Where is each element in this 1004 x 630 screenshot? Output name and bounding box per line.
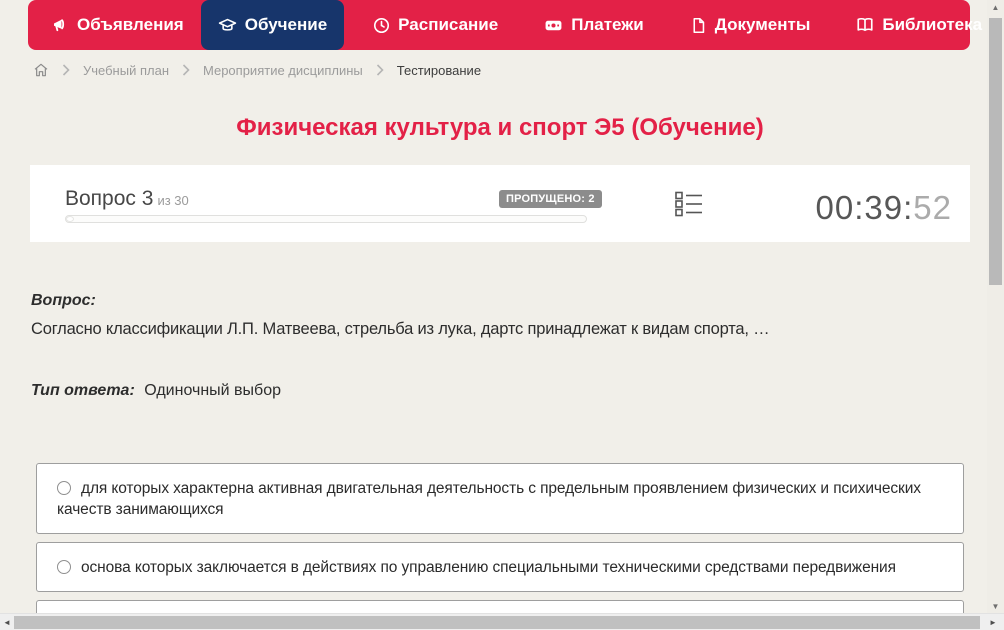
- megaphone-icon: [51, 16, 69, 34]
- question-header-card: Вопрос 3 из 30 ПРОПУЩЕНО: 2 00:39:52: [30, 165, 970, 242]
- nav-item-label: Документы: [714, 15, 811, 34]
- skipped-badge: ПРОПУЩЕНО: 2: [499, 190, 602, 208]
- nav-item-education[interactable]: Обучение: [200, 0, 345, 50]
- breadcrumb: Учебный план Мероприятие дисциплины Тест…: [33, 62, 481, 78]
- chevron-right-icon: [376, 64, 384, 76]
- breadcrumb-item-testing: Тестирование: [396, 62, 482, 78]
- progress-bar-cap: [66, 216, 74, 222]
- nav-item-label: Обучение: [244, 15, 328, 34]
- scroll-left-arrow[interactable]: ◄: [0, 614, 14, 630]
- horizontal-scrollbar-thumb[interactable]: [14, 616, 980, 629]
- home-icon[interactable]: [33, 62, 49, 78]
- answer-option[interactable]: основа которых заключается в действиях п…: [36, 542, 964, 592]
- open-book-icon: [856, 16, 874, 34]
- document-icon: [690, 17, 707, 34]
- radio-button[interactable]: [57, 481, 71, 495]
- question-number-label: Вопрос 3: [65, 187, 154, 210]
- question-counter: из 30: [157, 193, 189, 208]
- nav-item-label: Библиотека: [882, 15, 983, 34]
- question-section: Вопрос: Согласно классификации Л.П. Матв…: [31, 292, 931, 400]
- main-navbar: Объявления Обучение Расписание Платежи Д…: [28, 0, 1004, 50]
- scroll-down-arrow[interactable]: ▼: [987, 599, 1004, 613]
- answer-type-label: Тип ответа:: [31, 382, 135, 399]
- nav-item-schedule[interactable]: Расписание: [356, 0, 515, 50]
- answer-type-value: Одиночный выбор: [144, 382, 281, 399]
- nav-item-payments[interactable]: Платежи: [527, 0, 661, 50]
- breadcrumb-item-curriculum[interactable]: Учебный план: [83, 63, 169, 78]
- nav-item-library[interactable]: Библиотека: [839, 0, 1004, 50]
- nav-item-label: Расписание: [398, 15, 499, 34]
- timer-hours-minutes: 00:39:: [815, 189, 914, 226]
- nav-item-announcements[interactable]: Объявления: [34, 0, 201, 50]
- answer-option[interactable]: для которых характерна активная двигател…: [36, 463, 964, 534]
- answer-option-text: основа которых заключается в действиях п…: [81, 559, 896, 576]
- graduation-cap-icon: [218, 16, 237, 35]
- radio-button[interactable]: [57, 560, 71, 574]
- scroll-right-arrow[interactable]: ►: [986, 614, 1000, 630]
- countdown-timer: 00:39:52: [816, 189, 952, 227]
- horizontal-scrollbar[interactable]: ◄ ►: [0, 613, 1004, 630]
- answer-type-row: Тип ответа: Одиночный выбор: [31, 382, 931, 400]
- question-label: Вопрос:: [31, 292, 96, 309]
- breadcrumb-item-discipline-event[interactable]: Мероприятие дисциплины: [203, 63, 363, 78]
- chevron-right-icon: [182, 64, 190, 76]
- question-number: Вопрос 3 из 30: [65, 187, 189, 211]
- progress-bar: [65, 215, 587, 223]
- chevron-right-icon: [62, 64, 70, 76]
- vertical-scrollbar[interactable]: ▲ ▼: [987, 0, 1004, 613]
- answer-options-list: для которых характерна активная двигател…: [36, 463, 964, 630]
- question-list-icon[interactable]: [675, 191, 703, 222]
- question-text: Согласно классификации Л.П. Матвеева, ст…: [31, 320, 770, 338]
- clock-icon: [373, 17, 390, 34]
- vertical-scrollbar-thumb[interactable]: [989, 18, 1002, 285]
- banknote-icon: [544, 16, 563, 35]
- scroll-up-arrow[interactable]: ▲: [987, 0, 1004, 14]
- timer-seconds: 52: [913, 189, 952, 226]
- nav-item-label: Объявления: [77, 15, 184, 34]
- answer-option-text: для которых характерна активная двигател…: [57, 480, 921, 518]
- page-title: Физическая культура и спорт Э5 (Обучение…: [236, 114, 764, 141]
- nav-item-label: Платежи: [571, 15, 644, 34]
- nav-item-documents[interactable]: Документы: [673, 0, 828, 50]
